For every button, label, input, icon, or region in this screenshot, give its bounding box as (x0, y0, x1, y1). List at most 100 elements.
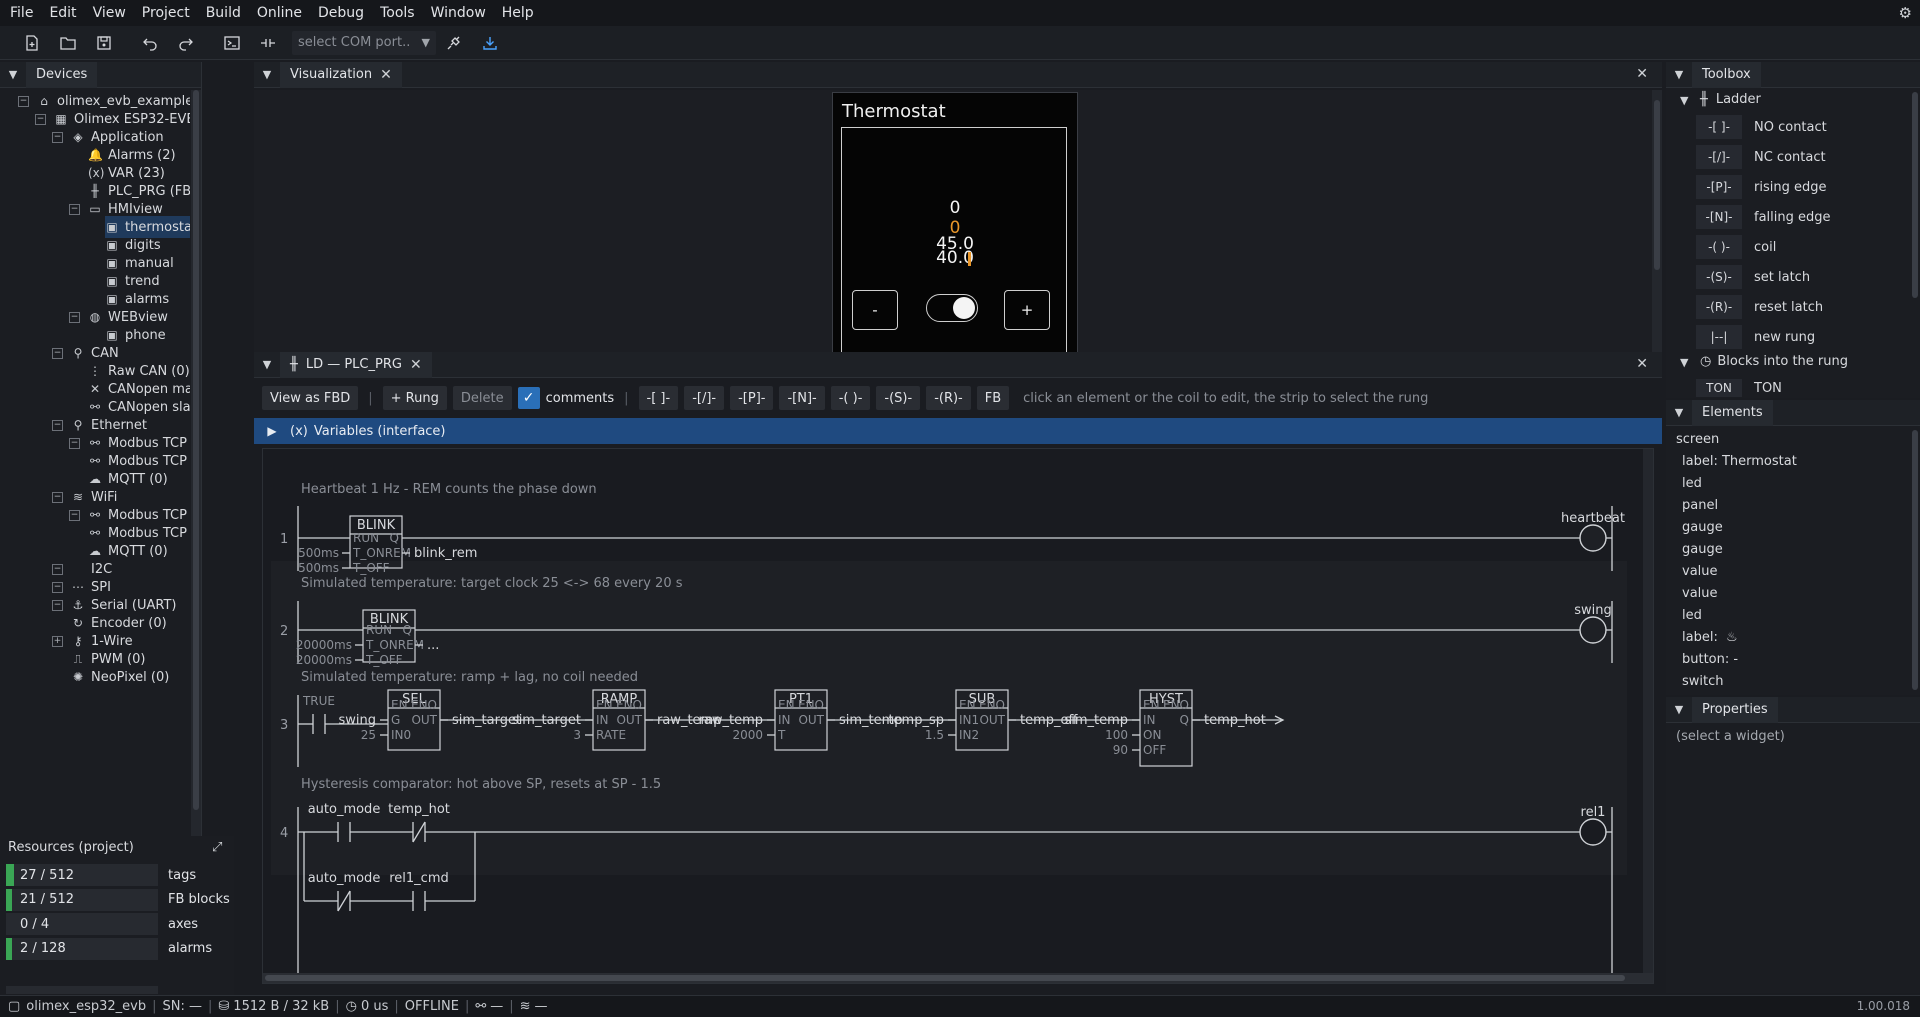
panel-menu-icon[interactable]: ▼ (254, 68, 280, 81)
toolbox-item[interactable]: -[/]- NC contact (1696, 145, 1826, 169)
close-panel-icon[interactable]: ✕ (1636, 66, 1648, 82)
menu-project[interactable]: Project (134, 0, 198, 26)
delete-button[interactable]: Delete (452, 386, 512, 410)
toolbox-item-ton[interactable]: TON TON (1696, 376, 1782, 400)
download-icon[interactable] (472, 29, 508, 57)
menu-window[interactable]: Window (423, 0, 494, 26)
menu-help[interactable]: Help (494, 0, 542, 26)
view-as-fbd-button[interactable]: View as FBD (262, 386, 359, 410)
settings-gear-icon[interactable]: ⚙ (1899, 4, 1912, 22)
save-icon[interactable] (86, 29, 122, 57)
element-item[interactable]: label: ♨ (1682, 630, 1738, 645)
tree-toggle-icon[interactable]: − (52, 419, 63, 431)
tab-properties[interactable]: Properties (1692, 696, 1778, 723)
undo-icon[interactable] (132, 29, 168, 57)
hmi-screen[interactable]: Thermostat 0 0 45.0 40.0 - + (832, 92, 1078, 352)
tree-toggle-icon[interactable]: − (35, 113, 46, 125)
connect-plug-icon[interactable] (436, 29, 472, 57)
tab-devices[interactable]: Devices (26, 61, 98, 88)
collapse-blocks-icon[interactable]: ▼ (1680, 356, 1688, 369)
element-item[interactable]: screen (1676, 432, 1719, 447)
redo-icon[interactable] (168, 29, 204, 57)
coil-rel1[interactable] (1579, 818, 1607, 846)
menu-file[interactable]: File (0, 0, 41, 26)
tree-toggle-icon[interactable]: − (52, 131, 63, 143)
ladder-canvas[interactable]: Heartbeat 1 Hz - REM counts the phase do… (262, 448, 1654, 984)
add-rung-button[interactable]: + Rung (382, 386, 447, 410)
toolbox-item[interactable]: -( )- coil (1696, 235, 1776, 259)
new-file-icon[interactable] (14, 29, 50, 57)
toolbox-item[interactable]: -[P]- rising edge (1696, 175, 1826, 199)
close-panel-icon[interactable]: ✕ (1636, 356, 1648, 372)
comments-checkbox[interactable]: ✓ (517, 387, 540, 409)
element-item[interactable]: panel (1682, 498, 1718, 513)
falling-edge-button[interactable]: -[N]- (779, 386, 825, 410)
ladder-hscrollbar[interactable] (263, 973, 1653, 983)
menu-tools[interactable]: Tools (372, 0, 423, 26)
element-item[interactable]: gauge (1682, 542, 1723, 557)
tree-toggle-icon[interactable]: − (52, 491, 63, 503)
tree-toggle-icon[interactable]: − (69, 437, 80, 449)
ladder-icon[interactable] (250, 29, 286, 57)
close-icon[interactable]: ✕ (380, 62, 392, 88)
tree-toggle-icon[interactable]: − (69, 311, 80, 323)
panel-menu-icon[interactable]: ▼ (1666, 703, 1692, 716)
toolbox-scrollbar[interactable] (1912, 92, 1918, 298)
tree-toggle-icon[interactable]: − (52, 563, 63, 575)
tab-toolbox[interactable]: Toolbox (1692, 61, 1761, 88)
tab-ld-plc-prg[interactable]: ╫ LD — PLC_PRG ✕ (280, 351, 432, 378)
fb-button[interactable]: FB (976, 386, 1010, 410)
ladder-group[interactable]: ╫ Ladder (1700, 92, 1761, 107)
reset-latch-button[interactable]: -(R)- (926, 386, 971, 410)
devices-scrollbar[interactable] (193, 90, 199, 810)
menu-debug[interactable]: Debug (310, 0, 372, 26)
tree-toggle-icon[interactable]: − (52, 581, 63, 593)
tree-toggle-icon[interactable]: − (52, 599, 63, 611)
tree-toggle-icon[interactable]: − (18, 95, 29, 107)
open-folder-icon[interactable] (50, 29, 86, 57)
element-item[interactable]: label: Thermostat (1682, 454, 1797, 469)
toolbox-item[interactable]: -(R)- reset latch (1696, 295, 1823, 319)
set-latch-button[interactable]: -(S)- (876, 386, 921, 410)
nc-contact-button[interactable]: -[/]- (684, 386, 725, 410)
tree-toggle-icon[interactable]: + (52, 635, 63, 647)
menu-view[interactable]: View (85, 0, 134, 26)
hmi-minus-button[interactable]: - (852, 290, 898, 330)
panel-menu-icon[interactable]: ▼ (1666, 406, 1692, 419)
coil-swing[interactable] (1579, 616, 1607, 644)
close-icon[interactable]: ✕ (410, 352, 422, 378)
blocks-group[interactable]: ◷ Blocks into the rung (1700, 354, 1848, 369)
tree-toggle-icon[interactable]: − (69, 203, 80, 215)
element-item[interactable]: gauge (1682, 520, 1723, 535)
tree-item[interactable]: ✺ NeoPixel (0) (52, 666, 169, 688)
tree-toggle-icon[interactable]: − (52, 347, 63, 359)
toolbox-item[interactable]: -(S)- set latch (1696, 265, 1810, 289)
menu-build[interactable]: Build (198, 0, 249, 26)
element-item[interactable]: switch (1682, 674, 1724, 689)
element-item[interactable]: button: - (1682, 652, 1738, 667)
terminal-icon[interactable] (214, 29, 250, 57)
coil-heartbeat[interactable] (1579, 524, 1607, 552)
expand-icon[interactable]: ⤢ (212, 840, 222, 855)
tree-toggle-icon[interactable]: − (69, 509, 80, 521)
no-contact-button[interactable]: -[ ]- (638, 386, 679, 410)
hmi-plus-button[interactable]: + (1004, 290, 1050, 330)
visualization-scrollbar[interactable] (1652, 90, 1662, 352)
com-port-select[interactable]: select COM port.. ▼ (292, 30, 436, 55)
element-item[interactable]: value (1682, 564, 1718, 579)
element-item[interactable]: led (1682, 476, 1702, 491)
panel-menu-icon[interactable]: ▼ (0, 68, 26, 81)
menu-online[interactable]: Online (249, 0, 310, 26)
coil-button[interactable]: -( )- (830, 386, 871, 410)
element-item[interactable]: led (1682, 608, 1702, 623)
menu-edit[interactable]: Edit (41, 0, 84, 26)
tab-visualization[interactable]: Visualization ✕ (280, 61, 402, 88)
panel-menu-icon[interactable]: ▼ (1666, 68, 1692, 81)
expand-triangle-icon[interactable]: ▶ (254, 424, 290, 438)
hmi-switch[interactable] (926, 294, 978, 322)
elements-scrollbar[interactable] (1912, 430, 1918, 690)
rising-edge-button[interactable]: -[P]- (730, 386, 774, 410)
toolbox-item[interactable]: -[N]- falling edge (1696, 205, 1831, 229)
panel-menu-icon[interactable]: ▼ (254, 358, 280, 371)
collapse-ladder-icon[interactable]: ▼ (1680, 94, 1688, 107)
